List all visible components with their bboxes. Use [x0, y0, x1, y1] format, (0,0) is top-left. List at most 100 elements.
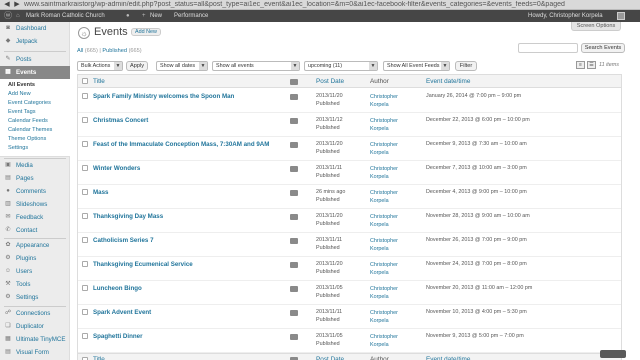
row-checkbox[interactable]	[82, 261, 88, 267]
comment-count-icon[interactable]	[290, 118, 298, 124]
column-title-footer[interactable]: Title	[93, 354, 105, 360]
new-content-link[interactable]: New	[150, 10, 162, 22]
event-title-link[interactable]: Mass	[93, 189, 108, 196]
sidebar-item-jetpack[interactable]: ◆ Jetpack	[0, 35, 70, 48]
author-link[interactable]: Christopher Korpela	[370, 165, 398, 181]
sidebar-item-users[interactable]: ☺ Users	[0, 265, 70, 278]
author-link[interactable]: Christopher Korpela	[370, 309, 398, 325]
submenu-settings[interactable]: Settings	[8, 143, 28, 153]
filter-all-link[interactable]: All	[77, 48, 83, 54]
author-link[interactable]: Christopher Korpela	[370, 213, 398, 229]
author-link[interactable]: Christopher Korpela	[370, 285, 398, 301]
table-row[interactable]: Spark Family Ministry welcomes the Spoon…	[78, 89, 621, 113]
table-row[interactable]: Catholicism Series 7 2013/11/11 Published C…	[78, 233, 621, 257]
back-icon[interactable]: ◀	[3, 1, 11, 9]
comment-count-icon[interactable]	[290, 166, 298, 172]
sidebar-item-media[interactable]: ▣ Media	[0, 159, 70, 172]
sidebar-item-duplicator[interactable]: ❏ Duplicator	[0, 320, 70, 333]
sidebar-item-slideshows[interactable]: ▥ Slideshows	[0, 198, 70, 211]
column-event-date-header[interactable]: Event date/time	[426, 75, 470, 88]
comment-count-icon[interactable]	[290, 286, 298, 292]
forward-icon[interactable]: ▶	[13, 1, 21, 9]
events-type-select[interactable]: Show all events ▼	[212, 61, 300, 71]
feeds-select[interactable]: Show All Event Feeds ▼	[383, 61, 450, 71]
sidebar-item-visual-form[interactable]: ▤ Visual Form	[0, 346, 70, 359]
column-title-header[interactable]: Title	[93, 75, 105, 88]
sidebar-item-comments[interactable]: ● Comments	[0, 185, 70, 198]
row-checkbox[interactable]	[82, 285, 88, 291]
row-checkbox[interactable]	[82, 237, 88, 243]
table-row[interactable]: Mass 26 mins ago Published Christopher Korpe…	[78, 185, 621, 209]
row-checkbox[interactable]	[82, 93, 88, 99]
video-player-control[interactable]	[600, 350, 626, 358]
table-row[interactable]: Luncheon Bingo 2013/11/05 Published Christo…	[78, 281, 621, 305]
event-title-link[interactable]: Luncheon Bingo	[93, 285, 142, 292]
performance-link[interactable]: Performance	[174, 10, 208, 22]
event-title-link[interactable]: Christmas Concert	[93, 117, 148, 124]
add-new-button[interactable]: Add New	[131, 28, 161, 36]
sidebar-item-dashboard[interactable]: ◙ Dashboard	[0, 22, 70, 35]
event-title-link[interactable]: Spark Advent Event	[93, 309, 151, 316]
screen-options-button[interactable]: Screen Options	[571, 22, 621, 31]
table-row[interactable]: Thanksgiving Day Mass 2013/11/20 Published…	[78, 209, 621, 233]
table-row[interactable]: Winter Wonders 2013/11/11 Published Christo…	[78, 161, 621, 185]
site-name-link[interactable]: Mark Roman Catholic Church	[26, 10, 105, 22]
author-link[interactable]: Christopher Korpela	[370, 261, 398, 277]
sidebar-item-appearance[interactable]: ✿ Appearance	[0, 239, 70, 252]
comment-count-icon[interactable]	[290, 214, 298, 220]
comment-count-icon[interactable]	[290, 238, 298, 244]
sidebar-item-posts[interactable]: ✎ Posts	[0, 53, 70, 66]
apply-button[interactable]: Apply	[126, 61, 148, 71]
table-row[interactable]: Spaghetti Dinner 2013/11/05 Published Chris…	[78, 329, 621, 353]
filter-button[interactable]: Filter	[455, 61, 477, 71]
author-link[interactable]: Christopher Korpela	[370, 237, 398, 253]
row-checkbox[interactable]	[82, 333, 88, 339]
event-title-link[interactable]: Spaghetti Dinner	[93, 333, 143, 340]
list-view-icon[interactable]: ≡	[576, 61, 585, 69]
row-checkbox[interactable]	[82, 165, 88, 171]
event-title-link[interactable]: Feast of the Immaculate Conception Mass,…	[93, 141, 269, 148]
event-title-link[interactable]: Thanksgiving Ecumenical Service	[93, 261, 193, 268]
author-link[interactable]: Christopher Korpela	[370, 93, 398, 109]
comment-count-icon[interactable]	[290, 94, 298, 100]
table-row[interactable]: Spark Advent Event 2013/11/11 Published Chr…	[78, 305, 621, 329]
dates-select[interactable]: Show all dates ▼	[156, 61, 208, 71]
sidebar-item-events[interactable]: ▦ Events	[0, 66, 70, 79]
avatar[interactable]	[617, 12, 625, 20]
sidebar-item-contact[interactable]: ✆ Contact	[0, 224, 70, 237]
plus-icon[interactable]: +	[142, 10, 146, 22]
search-input[interactable]	[518, 43, 578, 53]
table-row[interactable]: Thanksgiving Ecumenical Service 2013/11/2…	[78, 257, 621, 281]
comment-count-icon[interactable]	[290, 142, 298, 148]
sidebar-item-plugins[interactable]: ⚙ Plugins	[0, 252, 70, 265]
row-checkbox[interactable]	[82, 309, 88, 315]
select-all-checkbox[interactable]	[82, 78, 88, 84]
event-title-link[interactable]: Winter Wonders	[93, 165, 140, 172]
comments-bubble-icon[interactable]: ●	[126, 10, 130, 22]
sidebar-item-settings[interactable]: ⚙ Settings	[0, 291, 70, 304]
author-link[interactable]: Christopher Korpela	[370, 141, 398, 157]
row-checkbox[interactable]	[82, 189, 88, 195]
sidebar-item-pages[interactable]: ▤ Pages	[0, 172, 70, 185]
author-link[interactable]: Christopher Korpela	[370, 117, 398, 133]
filter-published-link[interactable]: Published	[102, 48, 127, 54]
row-checkbox[interactable]	[82, 141, 88, 147]
url-text[interactable]: www.saintmarkraistorg/wp-admin/edit.php?…	[24, 1, 584, 9]
search-events-button[interactable]: Search Events	[581, 43, 625, 53]
comment-count-icon[interactable]	[290, 334, 298, 340]
comment-count-icon[interactable]	[290, 262, 298, 268]
upcoming-select[interactable]: upcoming (11) ▼	[304, 61, 378, 71]
row-checkbox[interactable]	[82, 117, 88, 123]
comment-count-icon[interactable]	[290, 310, 298, 316]
excerpt-view-icon[interactable]: ☰	[587, 61, 596, 69]
comment-count-icon[interactable]	[290, 190, 298, 196]
table-row[interactable]: Christmas Concert 2013/11/12 Published Chri…	[78, 113, 621, 137]
howdy-user-link[interactable]: Howdy, Christopher Korpela	[528, 10, 603, 22]
sidebar-item-ultimate-tinymce[interactable]: ▦ Ultimate TinyMCE	[0, 333, 70, 346]
event-title-link[interactable]: Thanksgiving Day Mass	[93, 213, 163, 220]
table-row[interactable]: Feast of the Immaculate Conception Mass,…	[78, 137, 621, 161]
sidebar-item-feedback[interactable]: ✉ Feedback	[0, 211, 70, 224]
column-post-date-footer[interactable]: Post Date	[316, 354, 344, 360]
sidebar-item-tools[interactable]: ⚒ Tools	[0, 278, 70, 291]
bulk-actions-select[interactable]: Bulk Actions ▼	[77, 61, 123, 71]
